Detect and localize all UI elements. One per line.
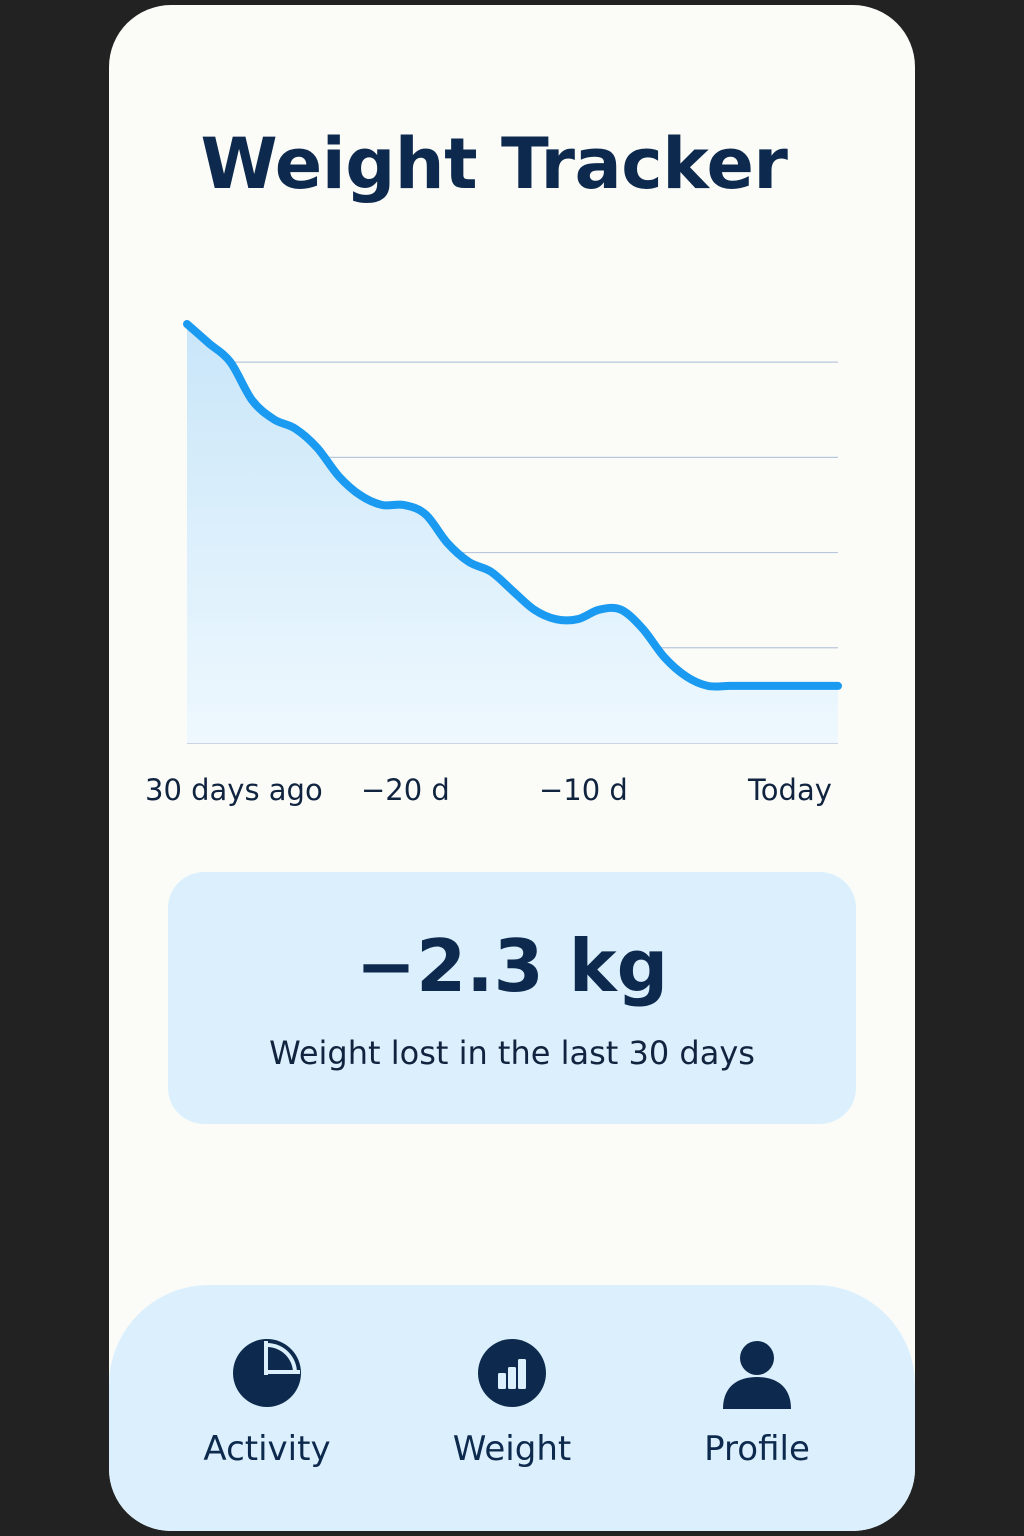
pie-chart-icon: [233, 1339, 301, 1407]
x-tick-label-30-days-ago: 30 days ago: [145, 773, 323, 807]
chart-point-day--8: [661, 654, 667, 660]
chart-point-day--15: [510, 588, 516, 594]
chart-point-day--5: [727, 683, 733, 689]
chart-point-day--2: [792, 683, 798, 689]
x-tick-label-today: Today: [748, 773, 832, 807]
phone-screen: Weight Tracker 30 days ago −20 d −10 d T…: [109, 5, 915, 1531]
chart-point-day--27: [249, 397, 255, 403]
chart-point-day--10: [618, 607, 624, 613]
bottom-navigation: Activity Weight Profile: [109, 1285, 915, 1531]
chart-point-day--19: [423, 511, 429, 517]
chart-point-day--25: [293, 426, 299, 432]
chart-point-day--6: [705, 683, 711, 689]
chart-point-day--4: [748, 683, 754, 689]
bar-chart-icon: [478, 1339, 546, 1407]
chart-area-fill: [187, 324, 838, 743]
chart-point-day--18: [444, 540, 450, 546]
x-tick-label-20-days: −20 d: [361, 773, 450, 807]
chart-point-day--7: [683, 673, 689, 679]
weight-change-caption: Weight lost in the last 30 days: [269, 1034, 755, 1072]
chart-point-day--13: [553, 616, 559, 622]
chart-point-day--17: [466, 559, 472, 565]
chart-point-day--20: [401, 502, 407, 508]
chart-point-day-0: [835, 683, 841, 689]
chart-point-day--1: [813, 683, 819, 689]
chart-point-day--23: [336, 473, 342, 479]
nav-label-profile: Profile: [704, 1429, 810, 1469]
chart-point-day--11: [596, 607, 602, 613]
x-tick-label-10-days: −10 d: [539, 773, 628, 807]
user-icon: [723, 1341, 791, 1409]
chart-point-day--12: [575, 616, 581, 622]
chart-point-day--16: [488, 569, 494, 575]
weight-loss-summary-card: −2.3 kg Weight lost in the last 30 days: [168, 872, 856, 1124]
chart-point-day--29: [206, 340, 212, 346]
chart-point-day--21: [379, 502, 385, 508]
nav-item-activity[interactable]: Activity: [167, 1285, 367, 1531]
chart-point-day--3: [770, 683, 776, 689]
chart-point-day--14: [531, 607, 537, 613]
weight-chart: [183, 320, 842, 744]
nav-label-weight: Weight: [452, 1429, 572, 1469]
chart-point-day--28: [227, 359, 233, 365]
chart-point-day--22: [358, 492, 364, 498]
chart-point-day--30: [184, 321, 190, 327]
nav-label-activity: Activity: [203, 1429, 331, 1469]
nav-item-weight[interactable]: Weight: [412, 1285, 612, 1531]
chart-point-day--24: [314, 445, 320, 451]
chart-point-day--9: [640, 626, 646, 632]
weight-change-value: −2.3 kg: [355, 924, 669, 1008]
chart-point-day--26: [271, 416, 277, 422]
nav-item-profile[interactable]: Profile: [657, 1285, 857, 1531]
